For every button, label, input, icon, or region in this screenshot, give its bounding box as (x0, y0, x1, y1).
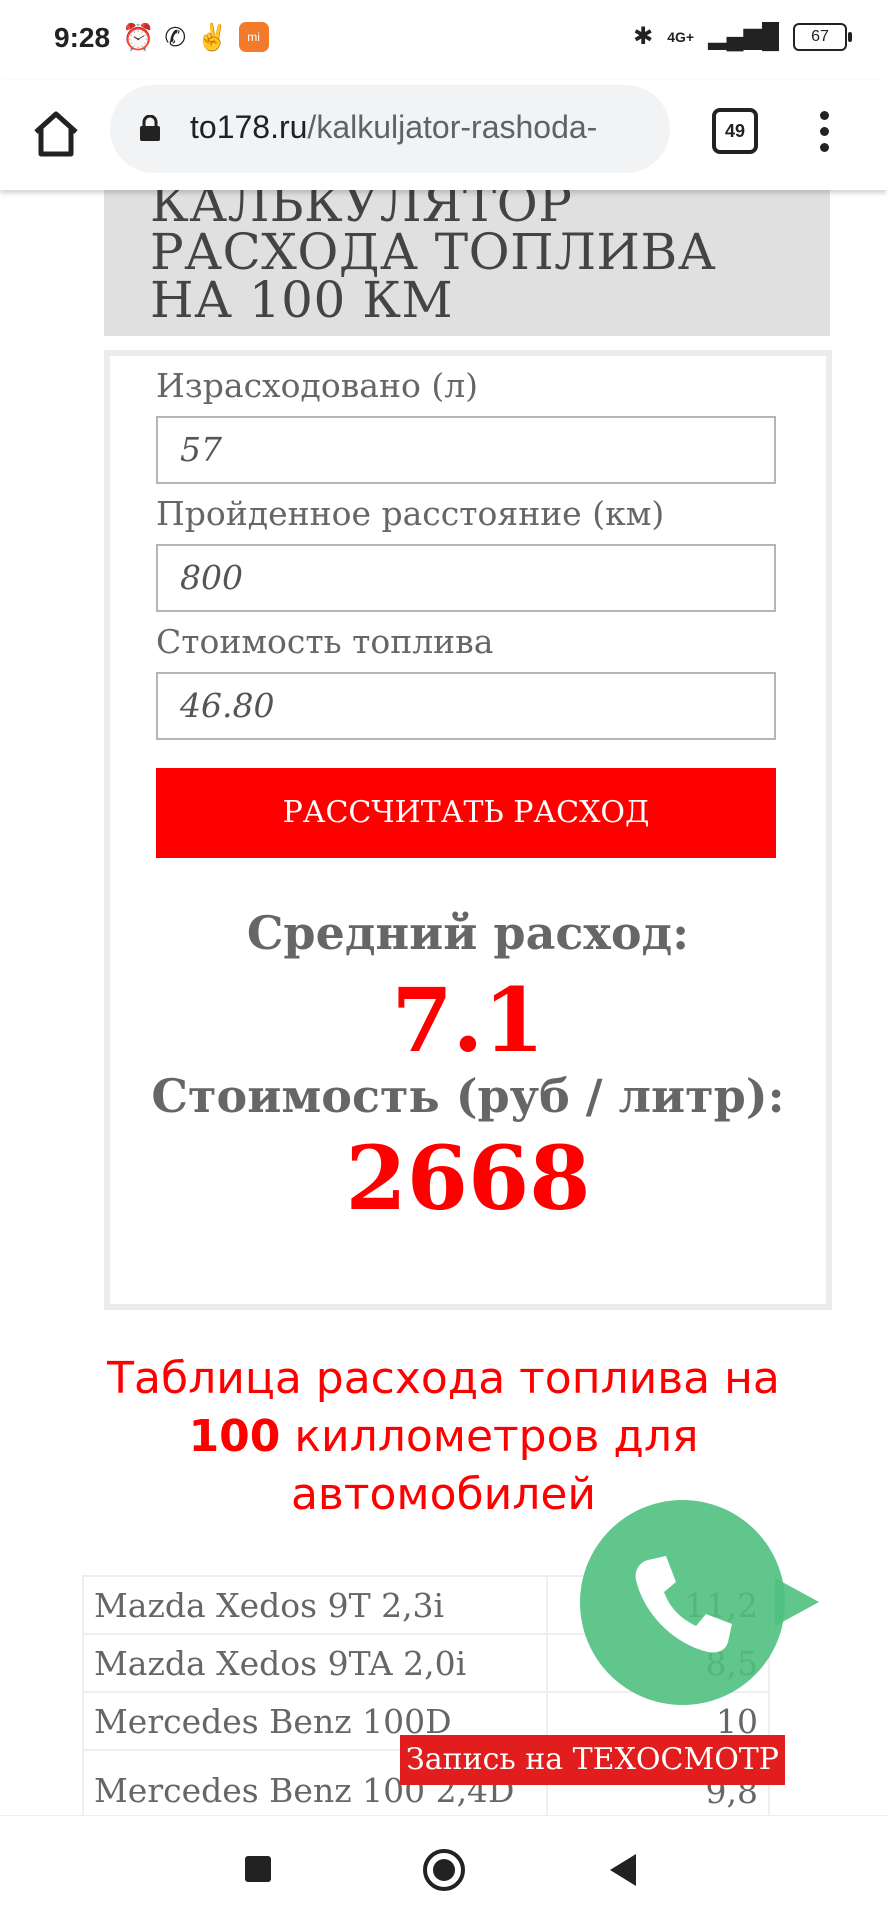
status-notification-icons: ⏰ ✆ ✌ mi (122, 22, 269, 53)
tab-switcher-button[interactable]: 49 (712, 108, 758, 154)
battery-icon: 67 (793, 22, 852, 51)
call-button-tail (775, 1578, 819, 1626)
calculator-form: Израсходовано (л) 57 Пройденное расстоян… (104, 350, 832, 1310)
signal-icon: ▂▄▆█ (708, 23, 779, 50)
status-system-icons: ✱ 4G+ ▂▄▆█ 67 (633, 22, 852, 51)
fuel-used-label: Израсходовано (л) (156, 366, 479, 405)
cost-label: Стоимость (руб / литр): (151, 1069, 785, 1123)
recents-icon[interactable] (245, 1856, 271, 1882)
distance-input[interactable]: 800 (156, 544, 776, 612)
status-time: 9:28 (54, 22, 111, 53)
home-nav-icon[interactable] (423, 1849, 465, 1891)
bluetooth-icon: ✱ (633, 23, 654, 50)
heading-box: КАЛЬКУЛЯТОР РАСХОДА ТОПЛИВА НА 100 КМ (104, 190, 830, 336)
url-text[interactable]: to178.ru/kalkuljator-rashoda- (190, 109, 650, 146)
phone-icon (635, 1556, 732, 1653)
table-title-part2: киллометров для автомобилей (290, 1411, 699, 1520)
system-nav-bar (0, 1815, 887, 1921)
distance-label: Пройденное расстояние (км) (156, 494, 665, 533)
status-bar: 9:28 ⏰ ✆ ✌ mi ✱ 4G+ ▂▄▆█ 67 (0, 0, 887, 80)
back-icon[interactable] (610, 1854, 636, 1886)
car-name-cell: Mazda Xedos 9TA 2,0i (82, 1633, 548, 1693)
table-title: Таблица расхода топлива на 100 киллометр… (80, 1350, 807, 1524)
more-menu-icon[interactable] (812, 106, 836, 162)
page-title: КАЛЬКУЛЯТОР РАСХОДА ТОПЛИВА НА 100 КМ (150, 190, 717, 329)
url-domain: to178.ru (190, 109, 308, 145)
car-name-cell: Mazda Xedos 9T 2,3i (82, 1575, 548, 1635)
notification-icon: ✌ (196, 22, 229, 52)
cost-value: 2668 (345, 1126, 591, 1230)
whatsapp-icon: ✆ (164, 22, 187, 52)
fuel-price-label: Стоимость топлива (156, 622, 494, 661)
fuel-price-input[interactable]: 46.80 (156, 672, 776, 740)
lock-icon (140, 115, 160, 141)
table-title-number: 100 (188, 1411, 281, 1462)
url-path: /kalkuljator-rashoda- (307, 109, 598, 145)
network-type: 4G+ (667, 28, 695, 45)
table-title-part1: Таблица расхода топлива на (107, 1353, 780, 1404)
home-icon[interactable] (28, 106, 84, 162)
address-bar[interactable]: to178.ru/kalkuljator-rashoda- (110, 85, 670, 173)
mi-app-icon: mi (238, 22, 269, 52)
alarm-icon: ⏰ (122, 22, 155, 52)
browser-toolbar: to178.ru/kalkuljator-rashoda- 49 (0, 80, 887, 190)
calculate-button[interactable]: РАССЧИТАТЬ РАСХОД (156, 768, 776, 858)
avg-consumption-label: Средний расход: (246, 906, 690, 960)
fuel-used-input[interactable]: 57 (156, 416, 776, 484)
avg-consumption-value: 7.1 (391, 968, 545, 1072)
inspection-signup-banner[interactable]: Запись на ТЕХОСМОТР (400, 1735, 785, 1785)
